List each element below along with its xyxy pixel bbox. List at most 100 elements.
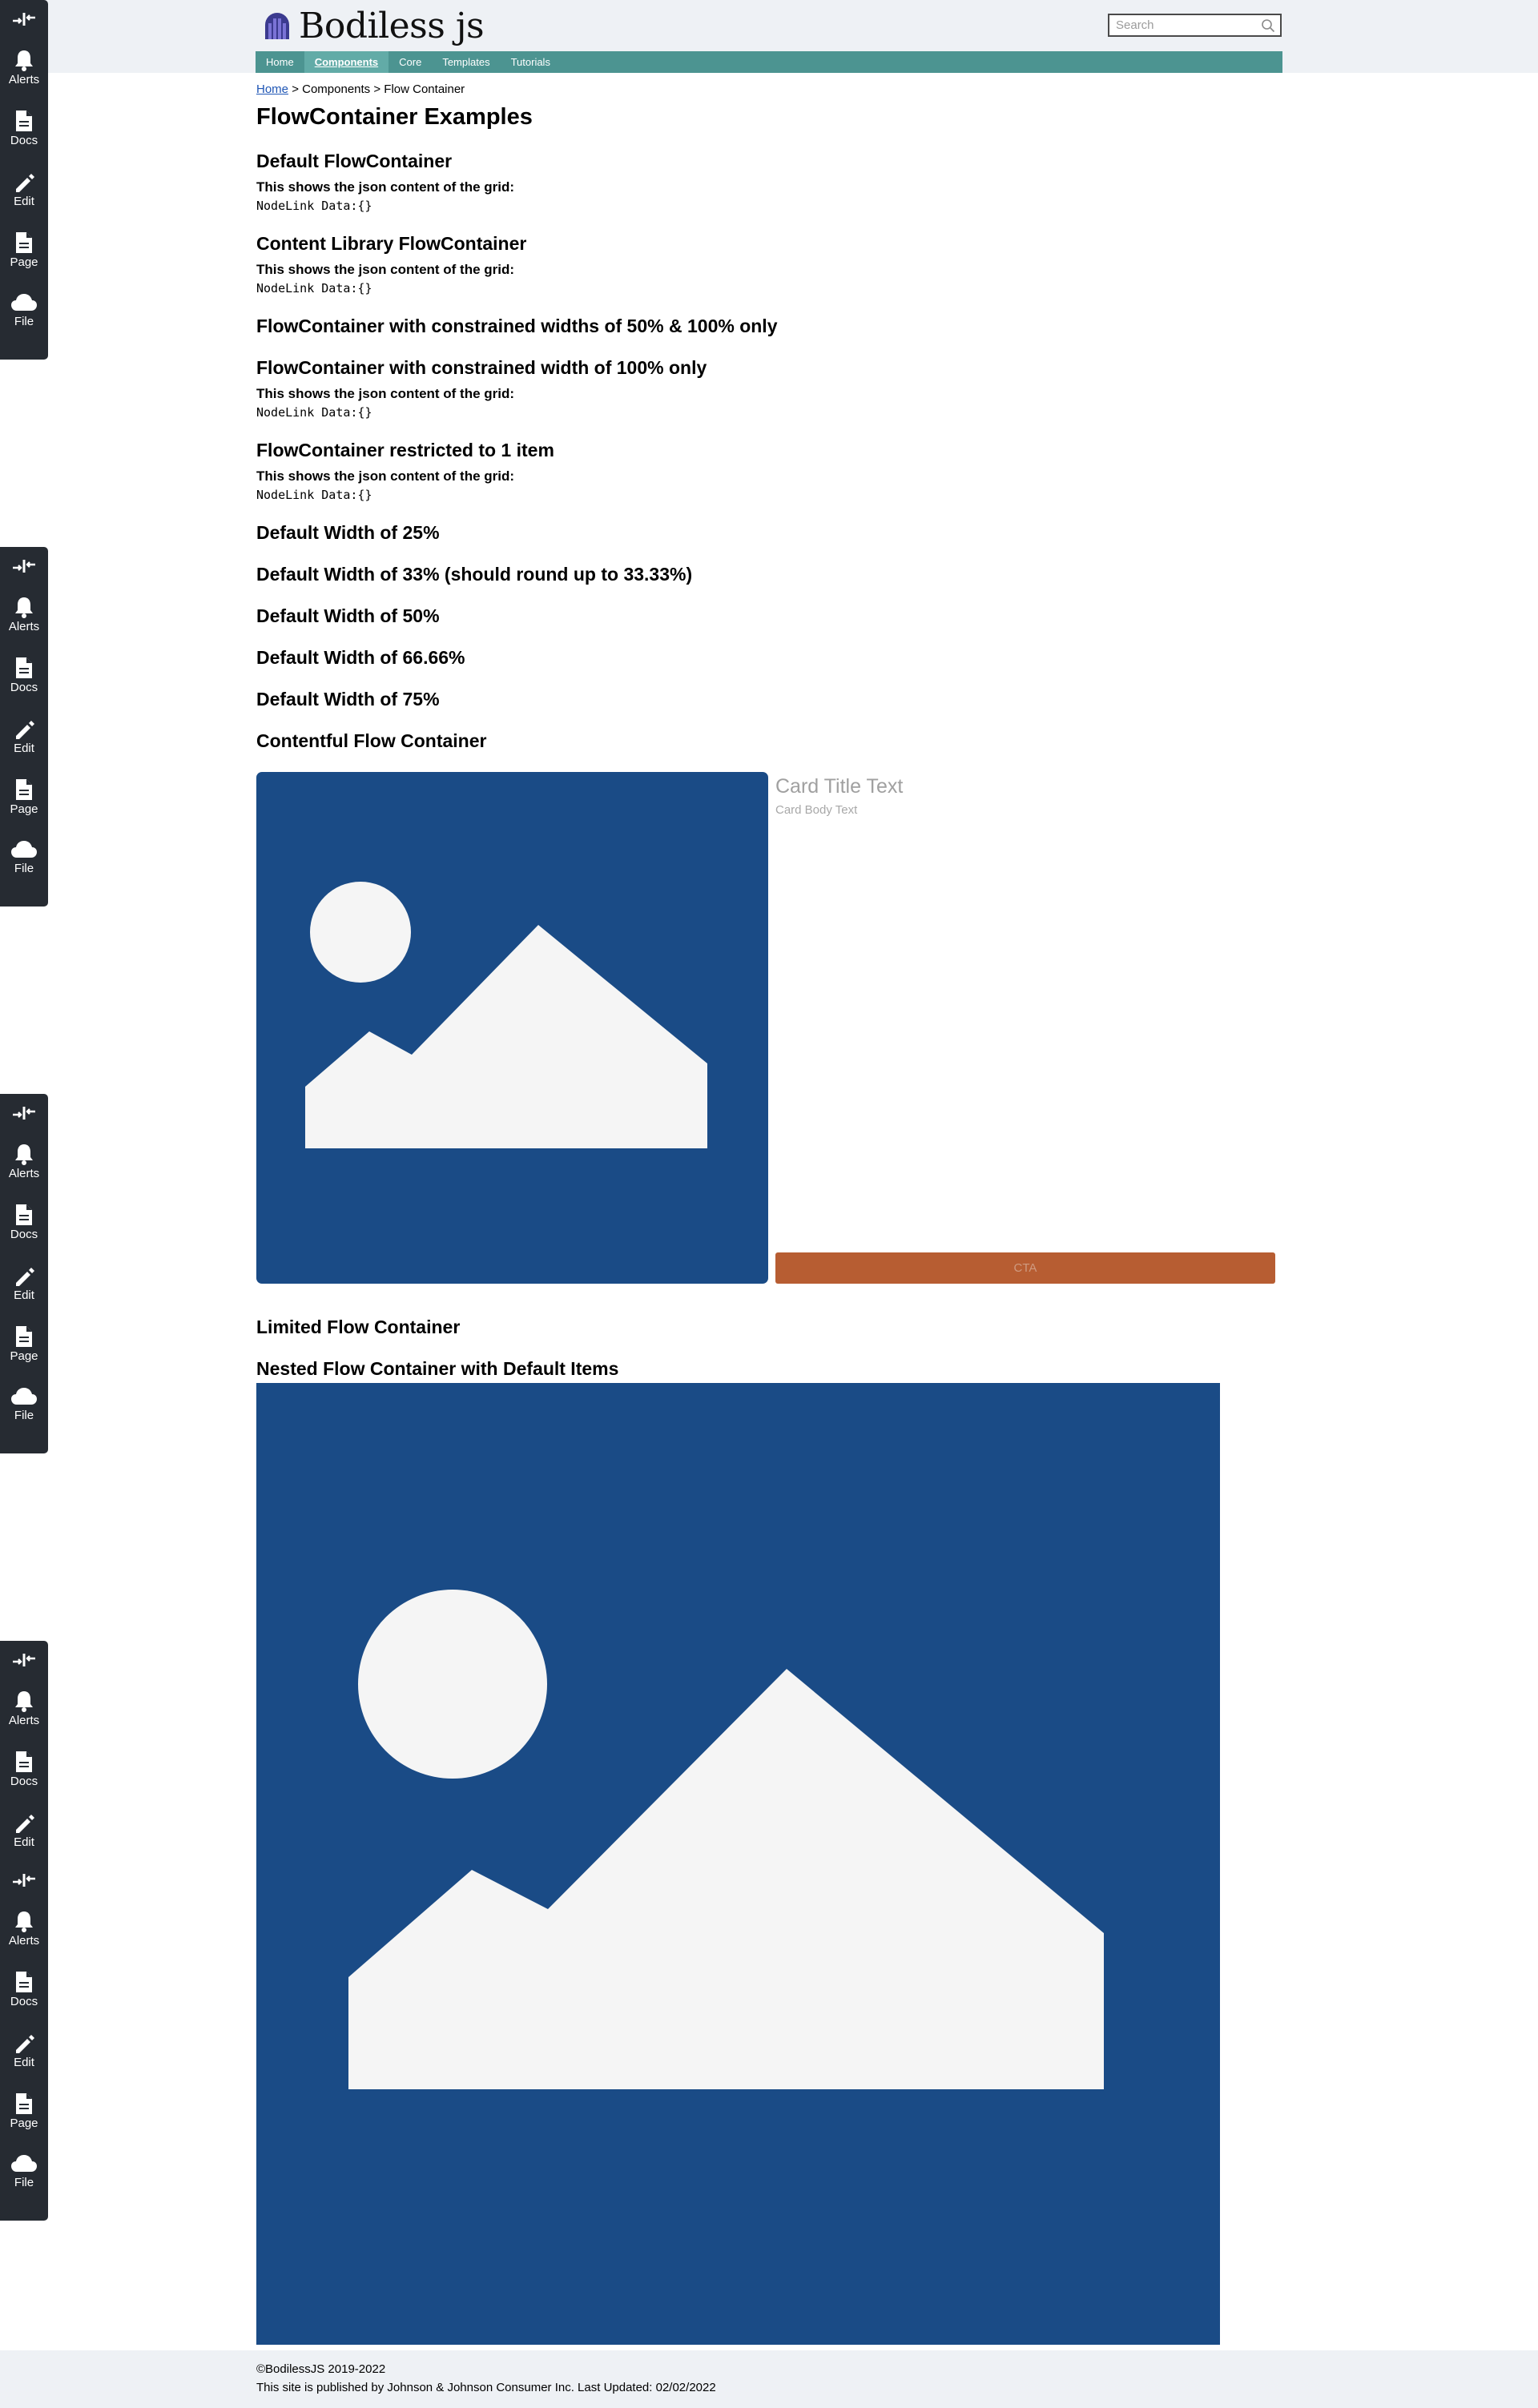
cta-button[interactable]: CTA — [775, 1252, 1275, 1284]
page-icon — [16, 779, 32, 800]
cloud-icon — [11, 2155, 37, 2172]
document-icon — [16, 1751, 32, 1772]
card-image-placeholder[interactable] — [256, 772, 768, 1284]
toolbar-edit-button[interactable]: Edit — [0, 1264, 48, 1302]
document-icon — [16, 657, 32, 678]
toolbar-swap-button[interactable] — [0, 1871, 48, 1890]
nav-item-templates[interactable]: Templates — [432, 51, 500, 73]
toolbar-page-button[interactable]: Page — [0, 1325, 48, 1363]
search-input[interactable] — [1109, 15, 1280, 35]
site-logo[interactable]: Bodiless js — [262, 5, 485, 46]
toolbar-label: Edit — [14, 2056, 34, 2069]
nav-item-components[interactable]: Components — [304, 51, 389, 73]
toolbar-label: Docs — [10, 134, 38, 147]
toolbar-alerts-button[interactable]: Alerts — [0, 1142, 48, 1180]
toolbar-docs-button[interactable]: Docs — [0, 656, 48, 694]
pencil-icon — [16, 1268, 34, 1286]
toolbar-file-button[interactable]: File — [0, 1385, 48, 1422]
toolbar-swap-button[interactable] — [0, 1103, 48, 1123]
swap-arrows-icon — [13, 1107, 35, 1120]
toolbar-label: Docs — [10, 681, 38, 694]
breadcrumb-separator: > — [292, 82, 299, 96]
section-heading-width-75: Default Width of 75% — [256, 689, 440, 710]
toolbar-label: Edit — [14, 742, 34, 755]
json-data: NodeLink Data:{} — [256, 405, 372, 420]
bell-icon — [15, 1691, 33, 1712]
toolbar-docs-button[interactable]: Docs — [0, 1750, 48, 1788]
toolbar-label: Page — [10, 2117, 38, 2130]
json-data: NodeLink Data:{} — [256, 199, 372, 213]
page-icon — [16, 1326, 32, 1347]
cloud-icon — [11, 841, 37, 858]
search-icon[interactable] — [1261, 18, 1275, 33]
pencil-icon — [16, 2035, 34, 2053]
swap-arrows-icon — [13, 13, 35, 26]
json-label: This shows the json content of the grid: — [256, 386, 515, 401]
bell-icon — [15, 1144, 33, 1165]
edit-toolbar: Alerts Docs Edit Pag — [0, 1861, 48, 2221]
section-heading-default: Default FlowContainer — [256, 151, 453, 171]
breadcrumb-separator: > — [373, 82, 381, 96]
bell-icon — [15, 597, 33, 618]
toolbar-alerts-button[interactable]: Alerts — [0, 1909, 48, 1948]
swap-arrows-icon — [13, 1874, 35, 1887]
edit-toolbar: Alerts Docs Edit Pag — [0, 1094, 48, 1453]
card-title[interactable]: Card Title Text — [775, 775, 903, 798]
document-icon — [16, 111, 32, 131]
breadcrumb-components: Components — [302, 82, 371, 96]
toolbar-alerts-button[interactable]: Alerts — [0, 1689, 48, 1727]
toolbar-swap-button[interactable] — [0, 1650, 48, 1670]
section-heading-nested: Nested Flow Container with Default Items — [256, 1358, 619, 1379]
section-heading-contentful: Contentful Flow Container — [256, 730, 487, 751]
section-heading-restricted-1: FlowContainer restricted to 1 item — [256, 440, 554, 460]
toolbar-label: File — [14, 315, 34, 328]
toolbar-edit-button[interactable]: Edit — [0, 1811, 48, 1849]
logo-icon — [265, 13, 289, 39]
toolbar-swap-button[interactable] — [0, 557, 48, 576]
nav-item-tutorials[interactable]: Tutorials — [501, 51, 561, 73]
image-placeholder-icon — [305, 882, 707, 1148]
toolbar-edit-button[interactable]: Edit — [0, 170, 48, 208]
page-icon — [16, 2093, 32, 2114]
section-heading-width-50: Default Width of 50% — [256, 605, 440, 626]
toolbar-page-button[interactable]: Page — [0, 231, 48, 269]
section-heading-content-library: Content Library FlowContainer — [256, 233, 527, 254]
toolbar-page-button[interactable]: Page — [0, 2092, 48, 2130]
swap-arrows-icon — [13, 560, 35, 573]
toolbar-docs-button[interactable]: Docs — [0, 1203, 48, 1241]
cloud-icon — [11, 1388, 37, 1405]
json-label: This shows the json content of the grid: — [256, 468, 515, 484]
nested-image-placeholder[interactable] — [256, 1383, 1220, 2345]
breadcrumb-home-link[interactable]: Home — [256, 82, 288, 96]
toolbar-label: Page — [10, 1349, 38, 1363]
json-data: NodeLink Data:{} — [256, 281, 372, 295]
toolbar-label: Page — [10, 255, 38, 269]
json-data: NodeLink Data:{} — [256, 488, 372, 502]
nav-item-core[interactable]: Core — [389, 51, 432, 73]
toolbar-swap-button[interactable] — [0, 10, 48, 29]
toolbar-alerts-button[interactable]: Alerts — [0, 595, 48, 633]
toolbar-edit-button[interactable]: Edit — [0, 2031, 48, 2069]
card-body[interactable]: Card Body Text — [775, 803, 857, 817]
pencil-icon — [16, 1815, 34, 1833]
nav-item-home[interactable]: Home — [256, 51, 304, 73]
main-nav: Home Components Core Templates Tutorials — [256, 51, 1282, 73]
page-icon — [16, 232, 32, 253]
toolbar-file-button[interactable]: File — [0, 838, 48, 875]
pencil-icon — [16, 721, 34, 739]
json-label: This shows the json content of the grid: — [256, 179, 515, 195]
pencil-icon — [16, 174, 34, 192]
toolbar-edit-button[interactable]: Edit — [0, 717, 48, 755]
toolbar-docs-button[interactable]: Docs — [0, 1970, 48, 2008]
toolbar-file-button[interactable]: File — [0, 291, 48, 328]
toolbar-label: Alerts — [8, 620, 40, 633]
toolbar-alerts-button[interactable]: Alerts — [0, 48, 48, 86]
toolbar-file-button[interactable]: File — [0, 2153, 48, 2189]
toolbar-label: Edit — [14, 1288, 34, 1302]
search-box[interactable] — [1108, 14, 1282, 37]
toolbar-label: Alerts — [8, 73, 40, 86]
toolbar-page-button[interactable]: Page — [0, 778, 48, 816]
footer — [0, 2350, 1538, 2408]
breadcrumb-current: Flow Container — [384, 82, 465, 96]
toolbar-docs-button[interactable]: Docs — [0, 109, 48, 147]
